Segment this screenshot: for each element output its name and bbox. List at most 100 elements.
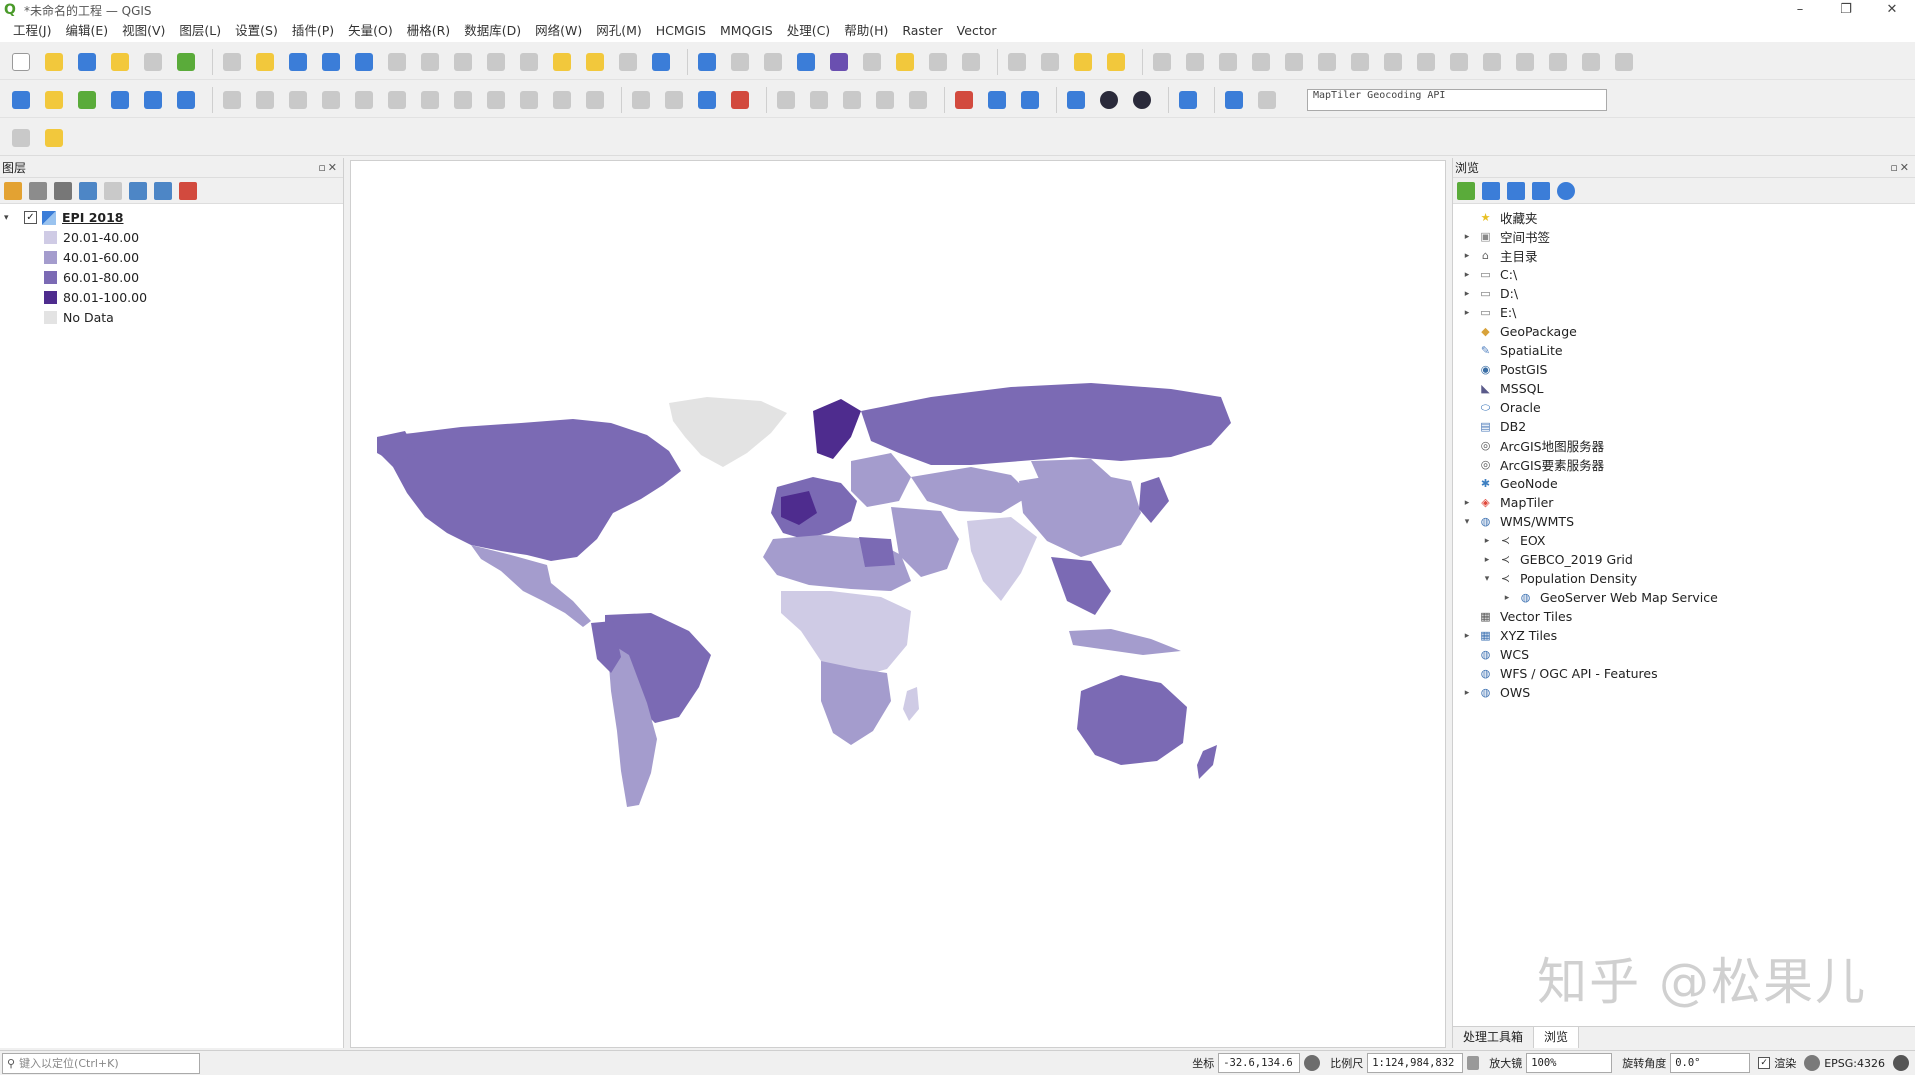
attribute-edit-button[interactable] xyxy=(384,87,410,113)
browser-item[interactable]: ★ 收藏夹 xyxy=(1453,208,1915,227)
geocoder-input[interactable]: MapTiler Geocoding API xyxy=(1307,88,1607,111)
menu-item[interactable]: 数据库(D) xyxy=(457,20,528,42)
browser-item[interactable]: ▾ ≺ Population Density xyxy=(1453,569,1915,588)
vertex-tool-button[interactable] xyxy=(351,87,377,113)
expand-arrow-icon[interactable]: ▸ xyxy=(1461,270,1473,280)
label-move-button[interactable] xyxy=(773,87,799,113)
data-source-manager-button[interactable] xyxy=(8,87,34,113)
browser-item[interactable]: ◎ ArcGIS地图服务器 xyxy=(1453,436,1915,455)
expand-arrow-icon[interactable]: ▸ xyxy=(1461,251,1473,261)
menu-item[interactable]: HCMGIS xyxy=(649,20,713,42)
tab-browser[interactable]: 浏览 xyxy=(1534,1027,1580,1048)
digitize-k-button[interactable] xyxy=(1479,49,1505,75)
wms-globe-b-button[interactable] xyxy=(1017,87,1043,113)
expand-arrow-icon[interactable]: ▸ xyxy=(1461,498,1473,508)
browser-item[interactable]: ◎ ArcGIS要素服务器 xyxy=(1453,455,1915,474)
browser-item[interactable]: ◉ PostGIS xyxy=(1453,360,1915,379)
cut-button[interactable] xyxy=(450,87,476,113)
expand-arrow-icon[interactable]: ▾ xyxy=(4,213,16,223)
digitize-e-button[interactable] xyxy=(1281,49,1307,75)
browser-item[interactable]: ▸ ⌂ 主目录 xyxy=(1453,246,1915,265)
copy-button[interactable] xyxy=(483,87,509,113)
filter-expression-icon[interactable] xyxy=(104,181,122,200)
legend-item[interactable]: 40.01-60.00 xyxy=(0,247,343,267)
digitize-a-button[interactable] xyxy=(1149,49,1175,75)
scale-field[interactable]: 1:124,984,832 xyxy=(1367,1053,1464,1073)
menu-item[interactable]: 插件(P) xyxy=(285,20,341,42)
zoom-next-button[interactable] xyxy=(516,49,542,75)
menu-item[interactable]: 栅格(R) xyxy=(400,20,457,42)
filter-legend-icon[interactable] xyxy=(79,181,97,200)
menu-item[interactable]: 编辑(E) xyxy=(58,20,115,42)
close-button[interactable]: ✕ xyxy=(1869,0,1915,20)
label-abc-button[interactable] xyxy=(694,87,720,113)
lock-scale-icon[interactable] xyxy=(1467,1056,1480,1070)
label-hide-button[interactable] xyxy=(872,87,898,113)
menu-item[interactable]: 帮助(H) xyxy=(837,20,895,42)
rotation-field[interactable]: 0.0° xyxy=(1670,1053,1751,1073)
digitize-d-button[interactable] xyxy=(1248,49,1274,75)
select-features-button[interactable] xyxy=(1004,49,1030,75)
browser-item[interactable]: ◣ MSSQL xyxy=(1453,379,1915,398)
map-tips-button[interactable] xyxy=(892,49,918,75)
style-layer-icon[interactable] xyxy=(4,181,22,200)
digitize-b-button[interactable] xyxy=(1182,49,1208,75)
add-spatialite-button[interactable] xyxy=(107,87,133,113)
menu-item[interactable]: 矢量(O) xyxy=(341,20,400,42)
legend-item[interactable]: 20.01-40.00 xyxy=(0,227,343,247)
zoom-selection-button[interactable] xyxy=(384,49,410,75)
expand-arrow-icon[interactable]: ▸ xyxy=(1461,289,1473,299)
pan-button[interactable] xyxy=(219,49,245,75)
text-annotation-button[interactable] xyxy=(958,49,984,75)
select-button[interactable] xyxy=(925,49,951,75)
undo-button[interactable] xyxy=(549,87,575,113)
tab-processing-toolbox[interactable]: 处理工具箱 xyxy=(1453,1027,1535,1048)
remove-layer-icon[interactable] xyxy=(179,181,197,200)
legend-item[interactable]: 60.01-80.00 xyxy=(0,267,343,287)
toggle-editing-button[interactable] xyxy=(219,87,245,113)
expand-all-icon[interactable] xyxy=(129,181,147,200)
magnifier-field[interactable]: 100% xyxy=(1526,1053,1613,1073)
menu-item[interactable]: 网络(W) xyxy=(528,20,589,42)
add-feature-button[interactable] xyxy=(318,87,344,113)
browser-item[interactable]: ✱ GeoNode xyxy=(1453,474,1915,493)
attribute-table-button[interactable] xyxy=(727,49,753,75)
processing-button[interactable] xyxy=(793,49,819,75)
gps-plugin-button[interactable] xyxy=(41,125,67,151)
style-manager-button[interactable] xyxy=(173,49,199,75)
browser-item[interactable]: ▸ ≺ GEBCO_2019 Grid xyxy=(1453,550,1915,569)
menu-item[interactable]: 设置(S) xyxy=(228,20,285,42)
temporal-button[interactable] xyxy=(615,49,641,75)
menu-item[interactable]: 视图(V) xyxy=(115,20,172,42)
legend-item[interactable]: No Data xyxy=(0,307,343,327)
layer-visibility-checkbox[interactable]: ✓ xyxy=(24,211,37,224)
help-button[interactable] xyxy=(1175,87,1201,113)
delete-feature-button[interactable] xyxy=(417,87,443,113)
redo-button[interactable] xyxy=(582,87,608,113)
pan-to-selection-button[interactable] xyxy=(252,49,278,75)
panel-close-button[interactable]: ▫✕ xyxy=(318,161,339,174)
add-group-icon[interactable] xyxy=(29,181,47,200)
digitize-g-button[interactable] xyxy=(1347,49,1373,75)
expand-arrow-icon[interactable]: ▸ xyxy=(1461,631,1473,641)
label-button[interactable] xyxy=(628,87,654,113)
expand-arrow-icon[interactable]: ▸ xyxy=(1461,688,1473,698)
measure-button[interactable] xyxy=(859,49,885,75)
browser-item[interactable]: ▤ DB2 xyxy=(1453,417,1915,436)
menu-item[interactable]: Raster xyxy=(895,20,949,42)
add-wfs-button[interactable] xyxy=(173,87,199,113)
new-bookmark-button[interactable] xyxy=(549,49,575,75)
browser-item[interactable]: ▸ ▭ E:\ xyxy=(1453,303,1915,322)
legend-item[interactable]: 80.01-100.00 xyxy=(0,287,343,307)
earth-button[interactable] xyxy=(1129,87,1155,113)
properties-info-icon[interactable] xyxy=(1557,181,1575,200)
expand-arrow-icon[interactable]: ▸ xyxy=(1461,308,1473,318)
expand-arrow-icon[interactable]: ▸ xyxy=(1481,536,1493,546)
browser-item[interactable]: ▸ ▦ XYZ Tiles xyxy=(1453,626,1915,645)
filter-browser-icon[interactable] xyxy=(1507,181,1525,200)
locator-input[interactable]: ⚲ 键入以定位(Ctrl+K) xyxy=(2,1052,200,1074)
select-location-button[interactable] xyxy=(1070,49,1096,75)
crs-globe-icon[interactable] xyxy=(1804,1055,1821,1071)
render-checkbox[interactable]: ✓ xyxy=(1758,1057,1771,1069)
expand-arrow-icon[interactable]: ▸ xyxy=(1461,232,1473,242)
